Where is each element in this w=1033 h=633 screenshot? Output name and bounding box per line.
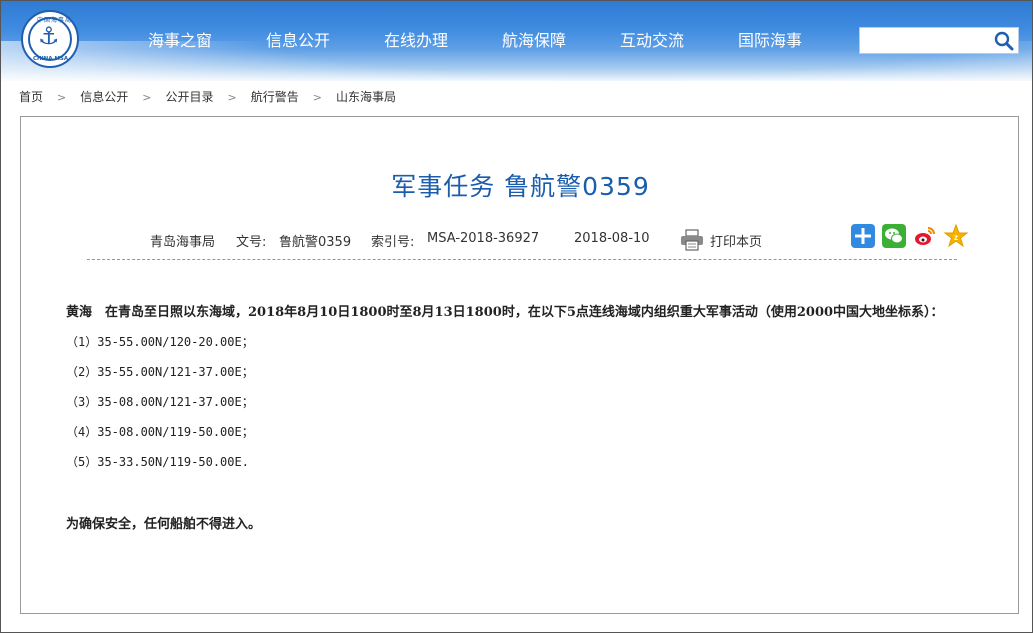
chevron-right-icon: >	[227, 91, 237, 104]
wechat-icon[interactable]	[882, 224, 906, 248]
page-title: 军事任务 鲁航警0359	[391, 172, 650, 201]
nav-item-haishi-window[interactable]: 海事之窗	[148, 27, 212, 51]
anchor-icon: ⚓	[38, 22, 60, 50]
chevron-right-icon: >	[312, 91, 322, 104]
coordinate-point: （5）35-33.50N/119-50.00E.	[66, 455, 249, 469]
site-header: 中国海事局 ⚓ CHINA MSA 海事之窗 信息公开 在线办理 航海保障 互动…	[1, 1, 1032, 81]
breadcrumb-nav-warning[interactable]: 航行警告	[251, 88, 299, 105]
chevron-right-icon: >	[142, 91, 152, 104]
qzone-icon[interactable]: z	[943, 223, 969, 248]
meta-doc-label: 文号:	[236, 235, 267, 250]
search-icon[interactable]	[992, 30, 1016, 51]
article-container: 军事任务 鲁航警0359 青岛海事局 文号: 鲁航警0359 索引号: MSA-…	[20, 116, 1019, 614]
article-lead-paragraph: 黄海 在青岛至日照以东海域，2018年8月10日1800时至8月13日1800时…	[66, 305, 944, 320]
add-share-icon[interactable]	[851, 224, 875, 248]
breadcrumb-info-disclosure[interactable]: 信息公开	[80, 88, 128, 105]
meta-date: 2018-08-10	[574, 231, 650, 246]
nav-item-online-service[interactable]: 在线办理	[384, 27, 448, 51]
breadcrumb: 首页 > 信息公开 > 公开目录 > 航行警告 > 山东海事局	[19, 88, 396, 105]
meta-index-no: MSA-2018-36927	[427, 231, 540, 246]
meta-divider	[87, 259, 957, 260]
article-footer-notice: 为确保安全，任何船舶不得进入。	[66, 517, 262, 532]
coordinate-point: （3）35-08.00N/121-37.00E；	[66, 395, 254, 409]
meta-doc-no: 鲁航警0359	[279, 235, 352, 250]
search-box	[859, 27, 1019, 54]
logo-bottom-text: CHINA MSA	[33, 56, 69, 62]
breadcrumb-home[interactable]: 首页	[19, 88, 43, 105]
search-input[interactable]	[864, 31, 992, 52]
printer-icon	[680, 229, 704, 251]
nav-item-navigation-safety[interactable]: 航海保障	[502, 27, 566, 51]
svg-text:z: z	[954, 233, 958, 242]
msa-logo[interactable]: 中国海事局 ⚓ CHINA MSA	[21, 10, 79, 68]
nav-item-info-disclosure[interactable]: 信息公开	[266, 27, 330, 51]
breadcrumb-catalog[interactable]: 公开目录	[165, 88, 213, 105]
nav-item-interaction[interactable]: 互动交流	[620, 27, 684, 51]
coordinate-point: （4）35-08.00N/119-50.00E；	[66, 425, 254, 439]
nav-item-international[interactable]: 国际海事	[738, 27, 802, 51]
breadcrumb-shandong-msa[interactable]: 山东海事局	[336, 88, 396, 105]
meta-index-label: 索引号:	[371, 235, 415, 250]
meta-source: 青岛海事局	[150, 235, 216, 250]
chevron-right-icon: >	[57, 91, 67, 104]
coordinate-point: （1）35-55.00N/120-20.00E；	[66, 335, 254, 349]
print-label: 打印本页	[710, 235, 763, 250]
weibo-icon[interactable]	[913, 224, 937, 248]
coordinate-point: （2）35-55.00N/121-37.00E；	[66, 365, 254, 379]
